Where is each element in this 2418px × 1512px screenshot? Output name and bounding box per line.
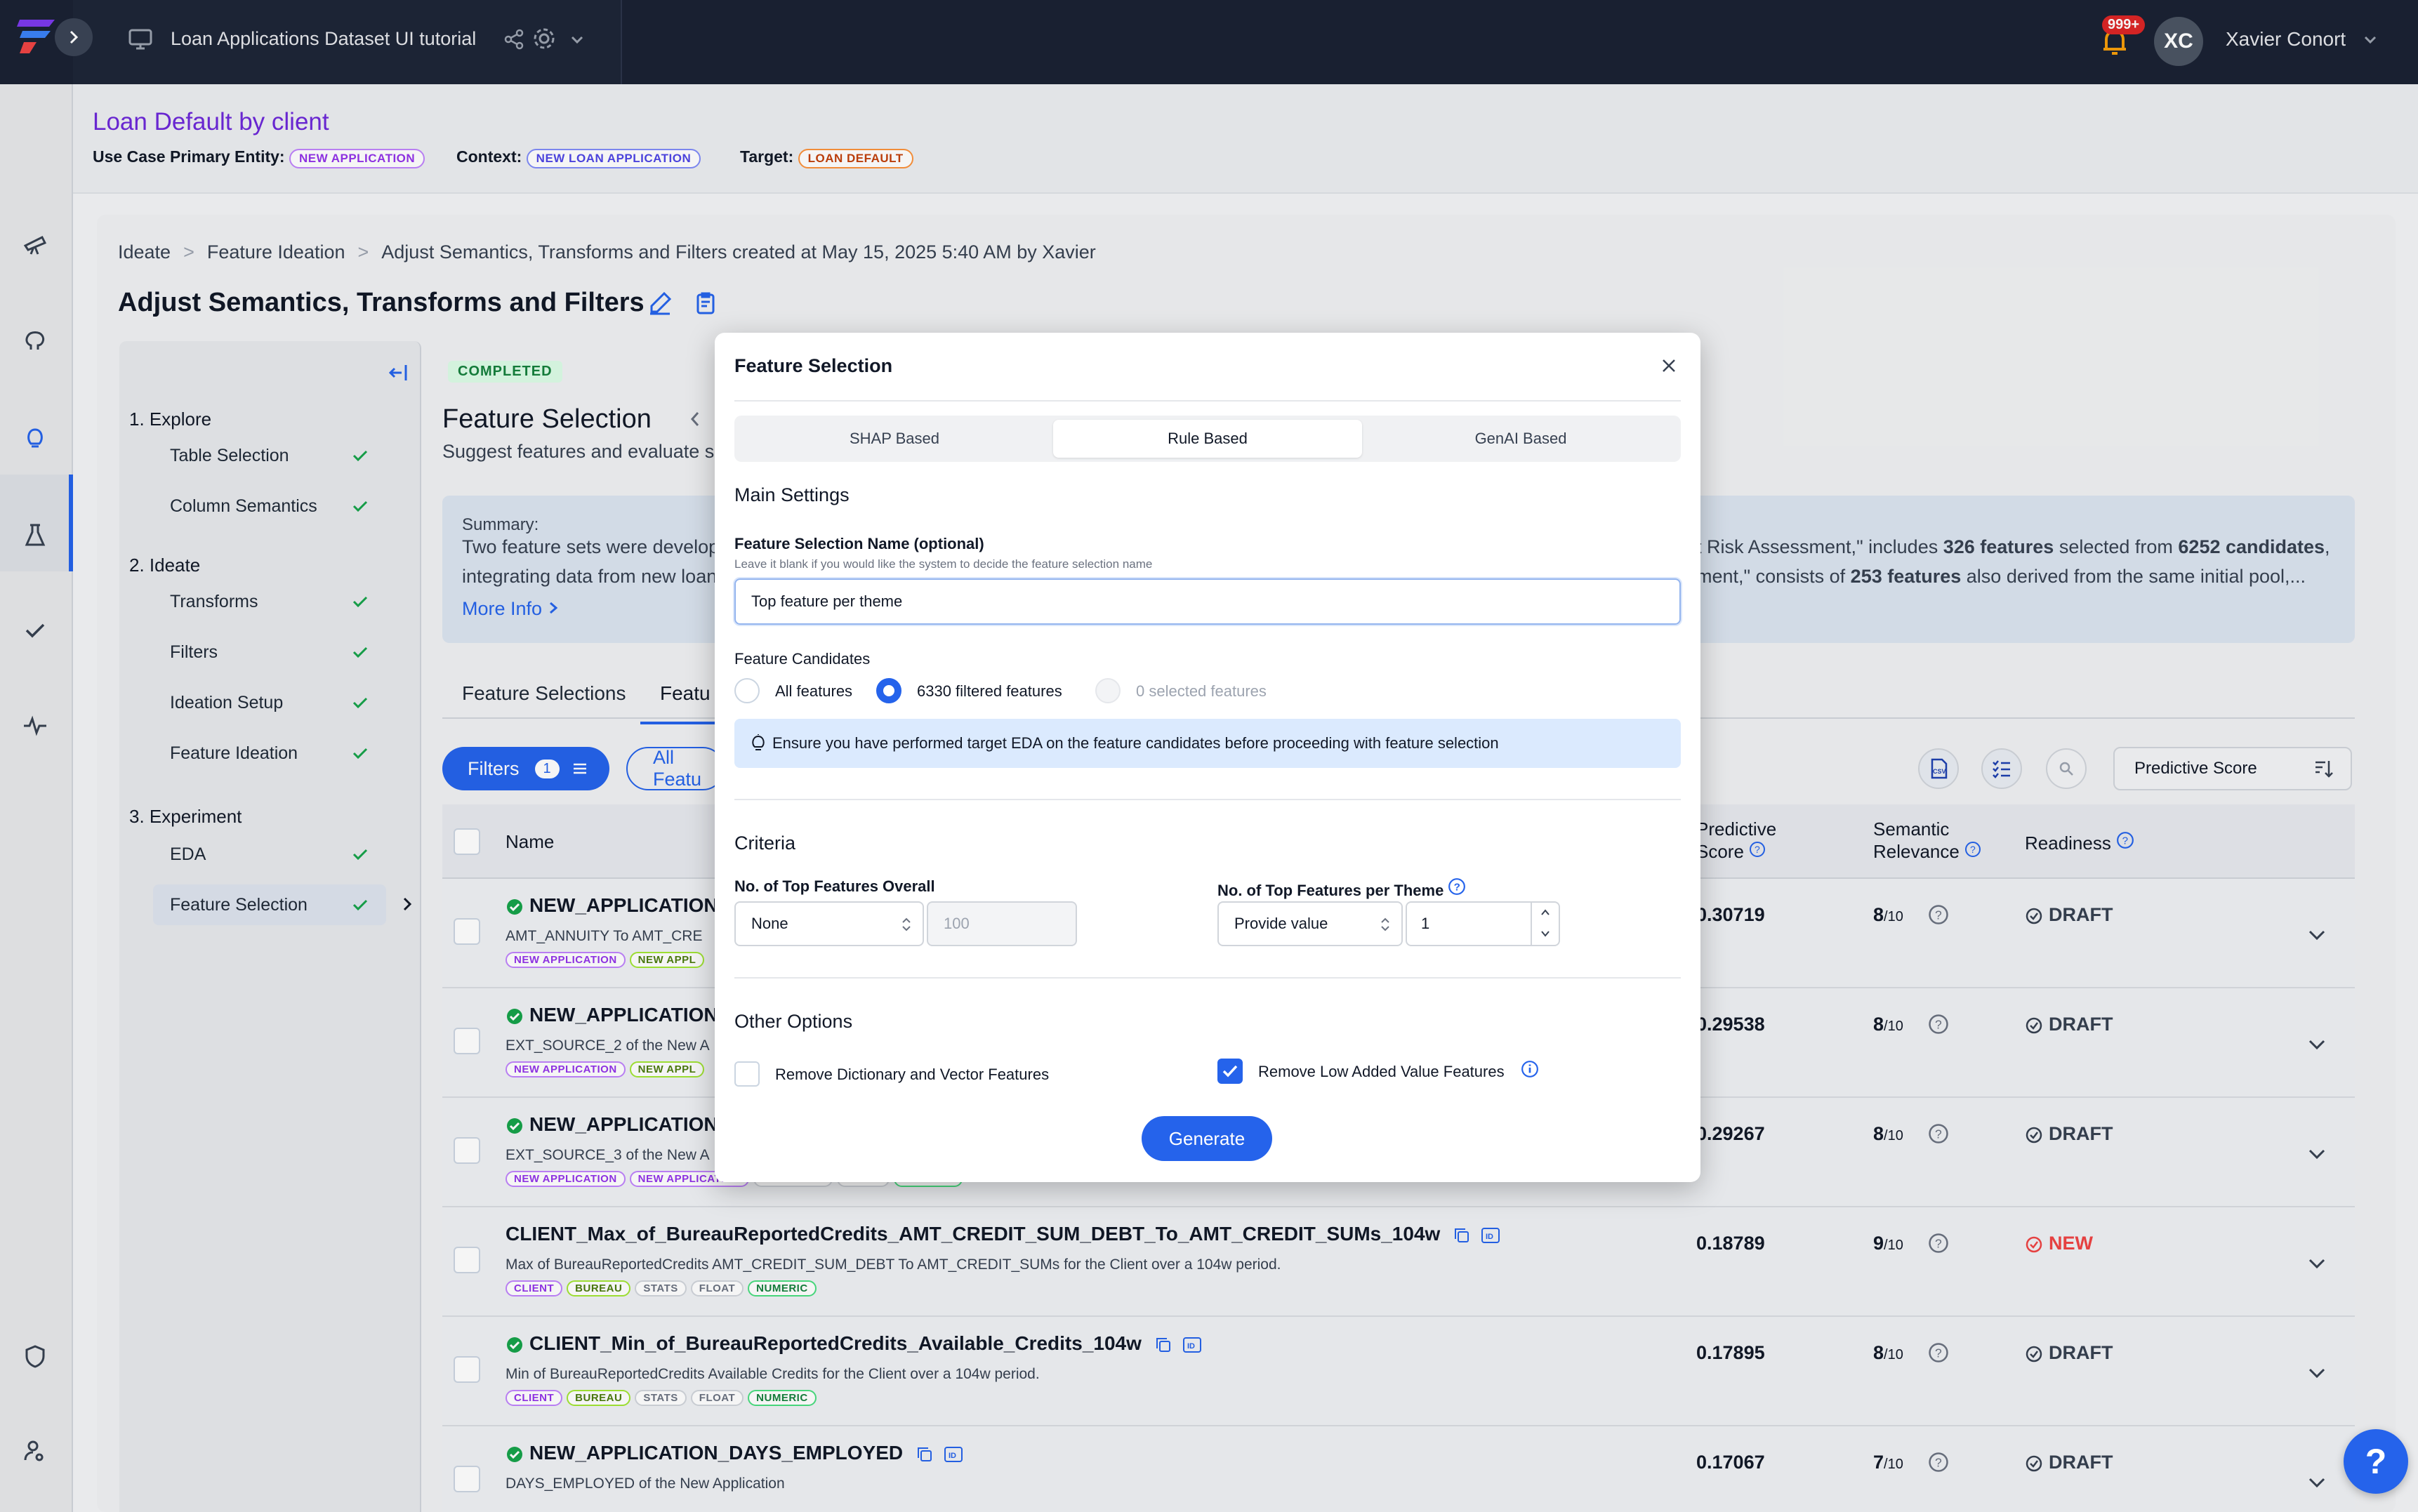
- checkmark-icon: [1222, 1065, 1238, 1077]
- radio-filtered-features-label[interactable]: 6330 filtered features: [917, 682, 1062, 701]
- tab-rule-based[interactable]: Rule Based: [1053, 420, 1362, 458]
- lightbulb-icon: [752, 734, 765, 750]
- up-down-icon: [902, 917, 911, 931]
- divider: [734, 977, 1681, 979]
- up-down-icon: [1381, 917, 1389, 931]
- help-button[interactable]: ?: [2344, 1429, 2408, 1494]
- divider: [734, 400, 1681, 402]
- criteria-heading: Criteria: [734, 833, 796, 854]
- top-theme-select[interactable]: Provide value: [1217, 901, 1403, 946]
- help-icon[interactable]: ?: [1448, 877, 1466, 896]
- feature-selection-modal: Feature Selection SHAP Based Rule Based …: [715, 333, 1700, 1182]
- feature-selection-name-input[interactable]: Top feature per theme: [734, 578, 1681, 625]
- top-theme-stepper[interactable]: 1: [1406, 901, 1560, 946]
- method-tabs: SHAP Based Rule Based GenAI Based: [734, 416, 1681, 462]
- stepper-arrows[interactable]: [1531, 903, 1559, 945]
- main-settings-heading: Main Settings: [734, 484, 850, 505]
- tab-shap-based[interactable]: SHAP Based: [740, 420, 1049, 458]
- top-overall-input[interactable]: 100: [927, 901, 1077, 946]
- radio-filtered-features[interactable]: [876, 678, 901, 703]
- info-banner: Ensure you have performed target EDA on …: [734, 719, 1681, 768]
- top-overall-label: No. of Top Features Overall: [734, 877, 935, 895]
- radio-selected-features-label: 0 selected features: [1136, 682, 1267, 700]
- name-label: Feature Selection Name (optional): [734, 535, 984, 552]
- remove-dictionary-label[interactable]: Remove Dictionary and Vector Features: [775, 1066, 1049, 1084]
- info-icon[interactable]: [1521, 1060, 1539, 1078]
- close-icon[interactable]: [1660, 357, 1678, 375]
- remove-dictionary-checkbox[interactable]: [734, 1061, 760, 1087]
- top-overall-select[interactable]: None: [734, 901, 924, 946]
- divider: [734, 799, 1681, 800]
- candidates-label: Feature Candidates: [734, 650, 871, 668]
- name-help-text: Leave it blank if you would like the sys…: [734, 557, 1153, 571]
- chevron-down-icon[interactable]: [1539, 928, 1552, 939]
- top-theme-label: No. of Top Features per Theme ?: [1217, 877, 1466, 900]
- modal-title: Feature Selection: [734, 355, 893, 376]
- svg-text:?: ?: [1454, 881, 1460, 893]
- radio-all-features[interactable]: [734, 678, 760, 703]
- other-options-heading: Other Options: [734, 1011, 853, 1032]
- radio-all-features-label[interactable]: All features: [775, 682, 852, 701]
- remove-low-value-checkbox[interactable]: [1217, 1059, 1243, 1084]
- chevron-up-icon[interactable]: [1539, 907, 1552, 918]
- radio-selected-features[interactable]: [1095, 678, 1121, 703]
- tab-genai-based[interactable]: GenAI Based: [1366, 420, 1675, 458]
- generate-button[interactable]: Generate: [1142, 1116, 1272, 1161]
- remove-low-value-label[interactable]: Remove Low Added Value Features: [1258, 1063, 1505, 1081]
